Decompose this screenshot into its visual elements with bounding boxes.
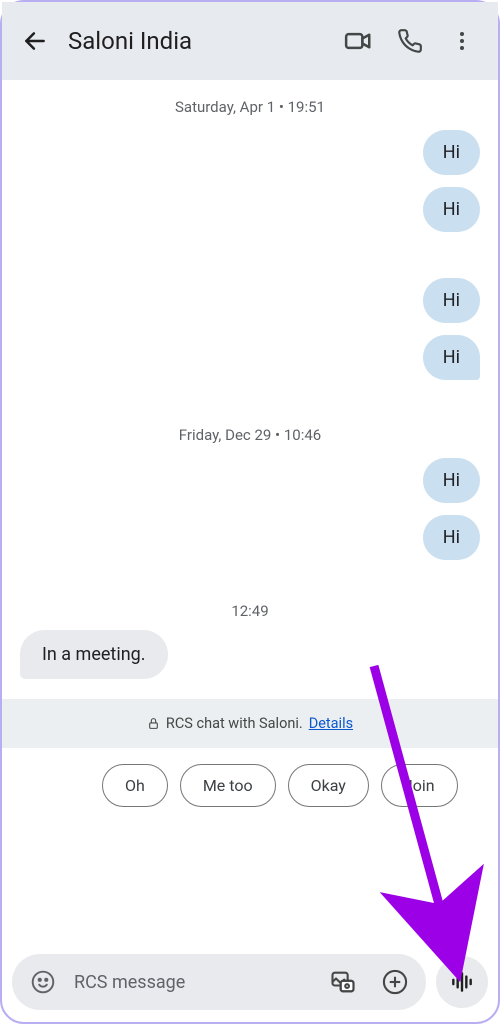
message-row: Hi: [20, 515, 480, 560]
date-divider: Saturday, Apr 1 • 19:51: [20, 80, 480, 130]
suggestion-chip[interactable]: Okay: [288, 764, 369, 807]
gallery-button[interactable]: [322, 961, 364, 1003]
video-call-button[interactable]: [336, 19, 380, 63]
suggestion-row: Oh Me too Okay Join: [2, 748, 498, 807]
arrow-back-icon: [22, 28, 48, 54]
gallery-icon: [329, 968, 357, 996]
message-bubble-out[interactable]: Hi: [423, 458, 480, 503]
message-bubble-out[interactable]: Hi: [423, 515, 480, 560]
message-bubble-out[interactable]: Hi: [423, 278, 480, 323]
message-input[interactable]: RCS message: [12, 954, 426, 1010]
phone-icon: [397, 28, 423, 54]
message-row: Hi: [20, 130, 480, 175]
audio-wave-icon: [449, 969, 475, 995]
conversation-scroll[interactable]: Saturday, Apr 1 • 19:51 Hi Hi Hi Hi Frid…: [2, 80, 498, 679]
emoji-icon: [30, 969, 56, 995]
message-bubble-out[interactable]: Hi: [423, 187, 480, 232]
message-input-placeholder: RCS message: [74, 972, 312, 993]
plus-circle-icon: [381, 968, 409, 996]
suggestion-chip[interactable]: Join: [381, 764, 458, 807]
lock-icon: [147, 717, 160, 730]
chat-header: Saloni India: [2, 2, 498, 80]
voice-call-button[interactable]: [388, 19, 432, 63]
message-row: Hi: [20, 187, 480, 232]
more-vert-icon: [450, 29, 474, 53]
message-row: Hi: [20, 335, 480, 380]
date-divider: Friday, Dec 29 • 10:46: [20, 392, 480, 458]
attach-button[interactable]: [374, 961, 416, 1003]
rcs-banner-text: RCS chat with Saloni.: [166, 715, 303, 732]
emoji-button[interactable]: [22, 961, 64, 1003]
rcs-details-link[interactable]: Details: [309, 715, 353, 732]
message-bubble-out[interactable]: Hi: [423, 130, 480, 175]
message-row: Hi: [20, 278, 480, 323]
message-bubble-in[interactable]: In a meeting.: [20, 630, 168, 679]
video-icon: [343, 26, 373, 56]
contact-name[interactable]: Saloni India: [68, 27, 328, 55]
more-options-button[interactable]: [440, 19, 484, 63]
rcs-banner: RCS chat with Saloni. Details: [2, 699, 498, 748]
back-button[interactable]: [16, 22, 54, 60]
suggestion-chip[interactable]: Oh: [102, 764, 168, 807]
message-row: In a meeting.: [20, 630, 480, 679]
time-divider: 12:49: [20, 572, 480, 630]
voice-message-button[interactable]: [436, 956, 488, 1008]
suggestion-chip[interactable]: Me too: [180, 764, 276, 807]
message-composer: RCS message: [12, 954, 488, 1010]
message-row: Hi: [20, 458, 480, 503]
message-bubble-out[interactable]: Hi: [423, 335, 480, 380]
